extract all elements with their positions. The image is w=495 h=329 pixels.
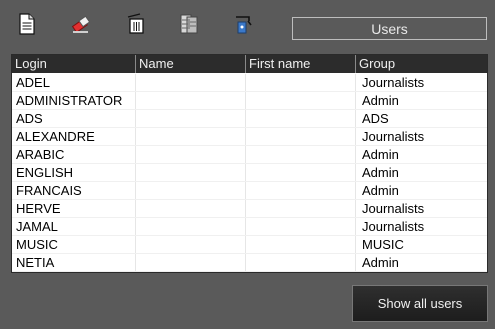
- cell-first-name: [246, 218, 356, 235]
- delete-eraser-icon[interactable]: [68, 10, 96, 38]
- table-row[interactable]: NETIA Admin: [12, 254, 487, 272]
- cell-group: Journalists: [362, 219, 425, 234]
- database-icon[interactable]: [175, 10, 203, 38]
- cell-first-name: [246, 74, 356, 91]
- new-document-icon[interactable]: [13, 10, 41, 38]
- table-row[interactable]: ALEXANDRE Journalists: [12, 128, 487, 146]
- cell-first-name: [246, 164, 356, 181]
- cell-first-name: [246, 128, 356, 145]
- cell-group: MUSIC: [362, 237, 404, 252]
- table-row[interactable]: JAMAL Journalists: [12, 218, 487, 236]
- cell-group: Admin: [362, 147, 399, 162]
- table-body: ADEL Journalists ADMINISTRATOR Admin ADS ADS A…: [12, 74, 487, 272]
- cell-name: [136, 146, 246, 163]
- cell-name: [136, 254, 246, 271]
- cell-first-name: [246, 200, 356, 217]
- cell-login: ADEL: [12, 74, 136, 91]
- table-row[interactable]: HERVE Journalists: [12, 200, 487, 218]
- table-row[interactable]: MUSIC MUSIC: [12, 236, 487, 254]
- column-header-login[interactable]: Login: [12, 55, 136, 73]
- cell-name: [136, 182, 246, 199]
- cell-name: [136, 164, 246, 181]
- cell-group: Journalists: [362, 75, 425, 90]
- cell-name: [136, 200, 246, 217]
- table-row[interactable]: ENGLISH Admin: [12, 164, 487, 182]
- cell-group: Admin: [362, 255, 399, 270]
- cell-group: Journalists: [362, 129, 425, 144]
- cell-first-name: [246, 110, 356, 127]
- cell-group: Admin: [362, 165, 399, 180]
- table-header: Login Name First name Group: [12, 55, 487, 73]
- table-row[interactable]: ADEL Journalists: [12, 74, 487, 92]
- cell-name: [136, 110, 246, 127]
- cell-first-name: [246, 254, 356, 271]
- column-header-first-name[interactable]: First name: [246, 55, 356, 73]
- cell-name: [136, 92, 246, 109]
- column-header-group[interactable]: Group: [356, 55, 487, 73]
- users-table: Login Name First name Group ADEL Journali…: [11, 54, 488, 273]
- cell-login: FRANCAIS: [12, 182, 136, 199]
- toolbar: Users: [0, 0, 495, 48]
- cell-name: [136, 218, 246, 235]
- table-row[interactable]: FRANCAIS Admin: [12, 182, 487, 200]
- cell-first-name: [246, 182, 356, 199]
- cell-login: ENGLISH: [12, 164, 136, 181]
- column-header-name[interactable]: Name: [136, 55, 246, 73]
- cell-login: ADMINISTRATOR: [12, 92, 136, 109]
- cell-group: Journalists: [362, 201, 425, 216]
- cell-login: JAMAL: [12, 218, 136, 235]
- cell-name: [136, 236, 246, 253]
- table-row[interactable]: ADMINISTRATOR Admin: [12, 92, 487, 110]
- cell-first-name: [246, 92, 356, 109]
- cell-login: ALEXANDRE: [12, 128, 136, 145]
- cell-login: HERVE: [12, 200, 136, 217]
- cell-login: ADS: [12, 110, 136, 127]
- cell-first-name: [246, 236, 356, 253]
- users-title-box: Users: [292, 17, 487, 40]
- cell-first-name: [246, 146, 356, 163]
- cell-login: MUSIC: [12, 236, 136, 253]
- cell-group: Admin: [362, 93, 399, 108]
- cell-name: [136, 128, 246, 145]
- tools-icon[interactable]: [229, 10, 257, 38]
- cell-login: NETIA: [12, 254, 136, 271]
- cell-name: [136, 74, 246, 91]
- cell-login: ARABIC: [12, 146, 136, 163]
- cell-group: ADS: [362, 111, 389, 126]
- table-row[interactable]: ARABIC Admin: [12, 146, 487, 164]
- show-all-users-button[interactable]: Show all users: [352, 285, 488, 322]
- trash-bin-icon[interactable]: [122, 10, 150, 38]
- cell-group: Admin: [362, 183, 399, 198]
- table-row[interactable]: ADS ADS: [12, 110, 487, 128]
